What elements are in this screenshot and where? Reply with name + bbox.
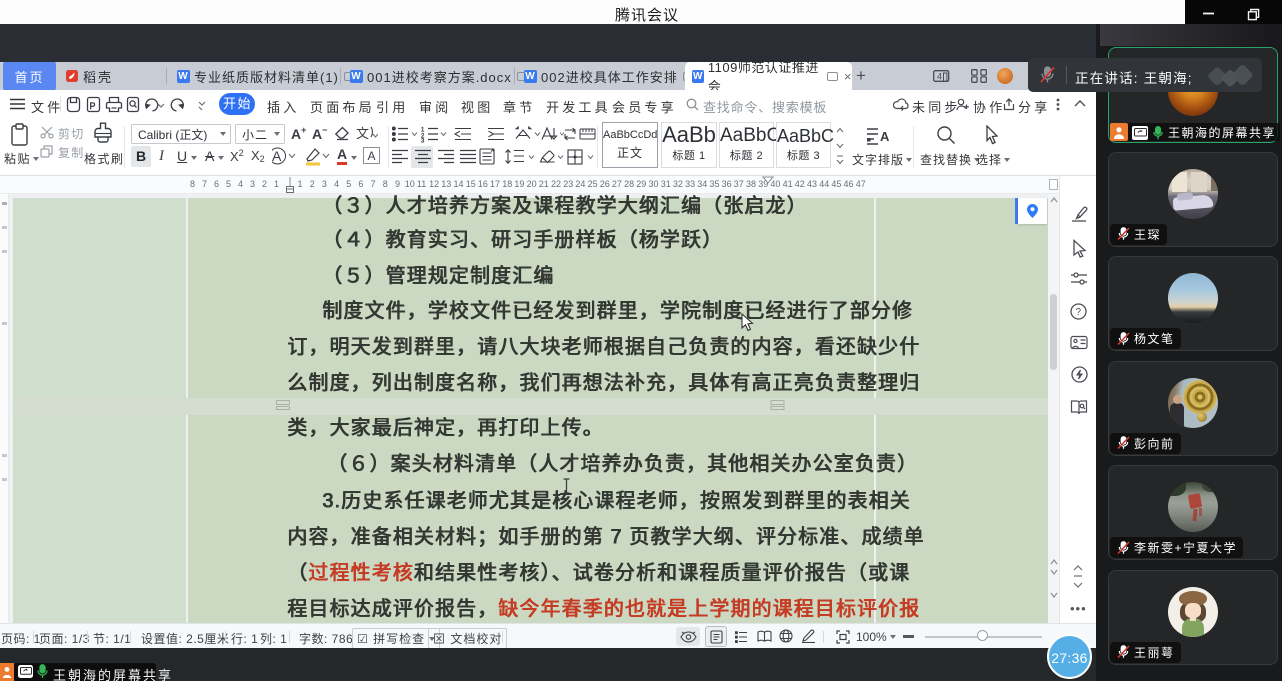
svg-text:?: ? xyxy=(1076,307,1082,318)
svg-text:文: 文 xyxy=(356,126,369,141)
svg-text:A: A xyxy=(272,148,282,164)
svg-text:A: A xyxy=(880,129,890,144)
svg-text:P: P xyxy=(90,101,96,111)
svg-text:4: 4 xyxy=(937,72,942,82)
svg-text:3: 3 xyxy=(421,139,425,144)
